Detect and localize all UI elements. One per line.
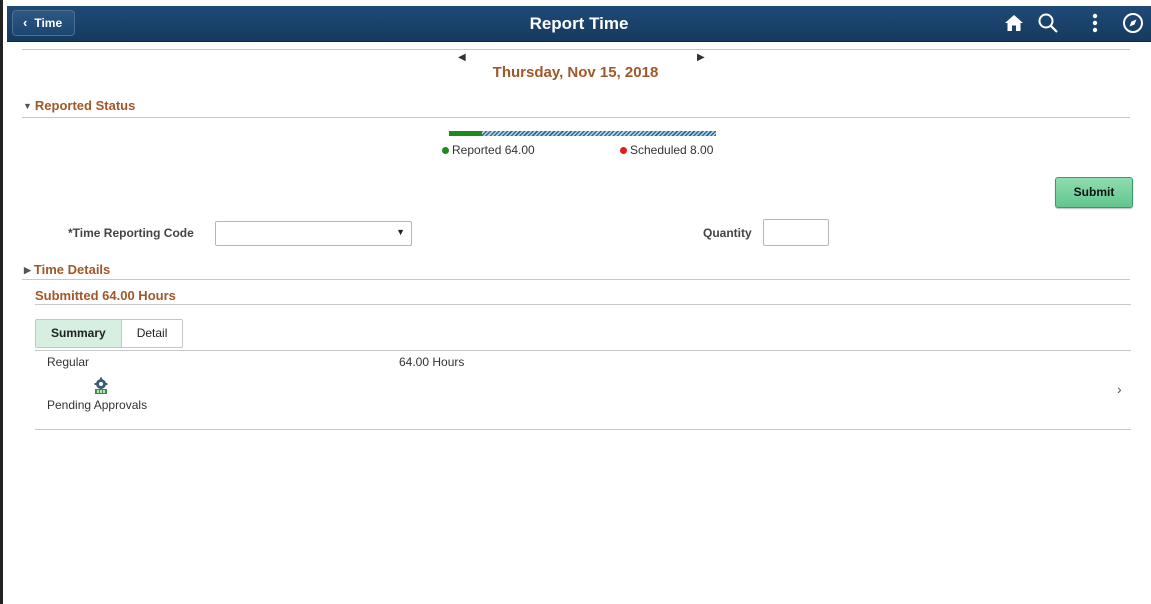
divider xyxy=(22,279,1130,280)
next-day-icon[interactable]: ▶ xyxy=(697,52,705,63)
reported-progress-fill xyxy=(449,131,483,136)
chevron-right-icon[interactable]: › xyxy=(1117,381,1122,397)
reported-progress-bar xyxy=(449,131,716,136)
collapse-triangle-icon: ▼ xyxy=(23,101,32,111)
window-left-edge xyxy=(0,0,3,604)
time-details-title: Time Details xyxy=(33,262,111,277)
approval-status: Pending Approvals xyxy=(47,398,148,412)
chevron-left-icon: ‹ xyxy=(23,15,28,30)
home-icon[interactable] xyxy=(1000,9,1028,37)
time-reporting-code-label: *Time Reporting Code xyxy=(68,226,194,240)
divider xyxy=(35,429,1131,430)
tab-detail[interactable]: Detail xyxy=(122,320,183,347)
tab-summary[interactable]: Summary xyxy=(36,320,122,347)
reported-dot-icon xyxy=(442,146,449,154)
divider xyxy=(22,49,1130,50)
scheduled-legend: Scheduled 8.00 xyxy=(620,143,713,157)
quantity-input[interactable] xyxy=(763,219,829,246)
time-reporting-code-select[interactable]: ▼ xyxy=(215,221,412,246)
dropdown-arrow-icon: ▼ xyxy=(396,227,405,237)
divider xyxy=(22,117,1130,118)
submit-button[interactable]: Submit xyxy=(1055,177,1133,208)
previous-day-icon[interactable]: ◀ xyxy=(458,52,466,63)
scheduled-legend-label: Scheduled 8.00 xyxy=(630,143,714,157)
reported-status-title: Reported Status xyxy=(34,98,136,113)
earnings-type: Regular xyxy=(47,355,90,369)
pending-approval-icon xyxy=(92,377,110,400)
more-options-icon[interactable] xyxy=(1081,9,1109,37)
report-date: Thursday, Nov 15, 2018 xyxy=(492,64,659,81)
submitted-hours-title: Submitted 64.00 Hours xyxy=(35,288,176,303)
expand-triangle-icon: ▶ xyxy=(24,265,31,275)
quantity-label: Quantity xyxy=(703,226,752,240)
back-button[interactable]: ‹ Time xyxy=(12,10,76,36)
reported-status-toggle[interactable]: ▼ Reported Status xyxy=(23,98,135,113)
back-button-label: Time xyxy=(34,16,63,30)
navbar-compass-icon[interactable] xyxy=(1119,9,1147,37)
scheduled-dot-icon xyxy=(620,146,627,154)
page-title: Report Time xyxy=(529,14,629,33)
view-tabs: Summary Detail xyxy=(35,319,184,348)
app-header: ‹ Time Report Time xyxy=(7,6,1151,42)
reported-legend-label: Reported 64.00 xyxy=(452,143,535,157)
earnings-hours: 64.00 Hours xyxy=(399,355,465,369)
reported-legend: Reported 64.00 xyxy=(442,143,535,157)
search-icon[interactable] xyxy=(1034,9,1062,37)
divider xyxy=(35,350,1131,351)
divider xyxy=(35,304,1131,305)
time-details-toggle[interactable]: ▶ Time Details xyxy=(24,262,110,277)
